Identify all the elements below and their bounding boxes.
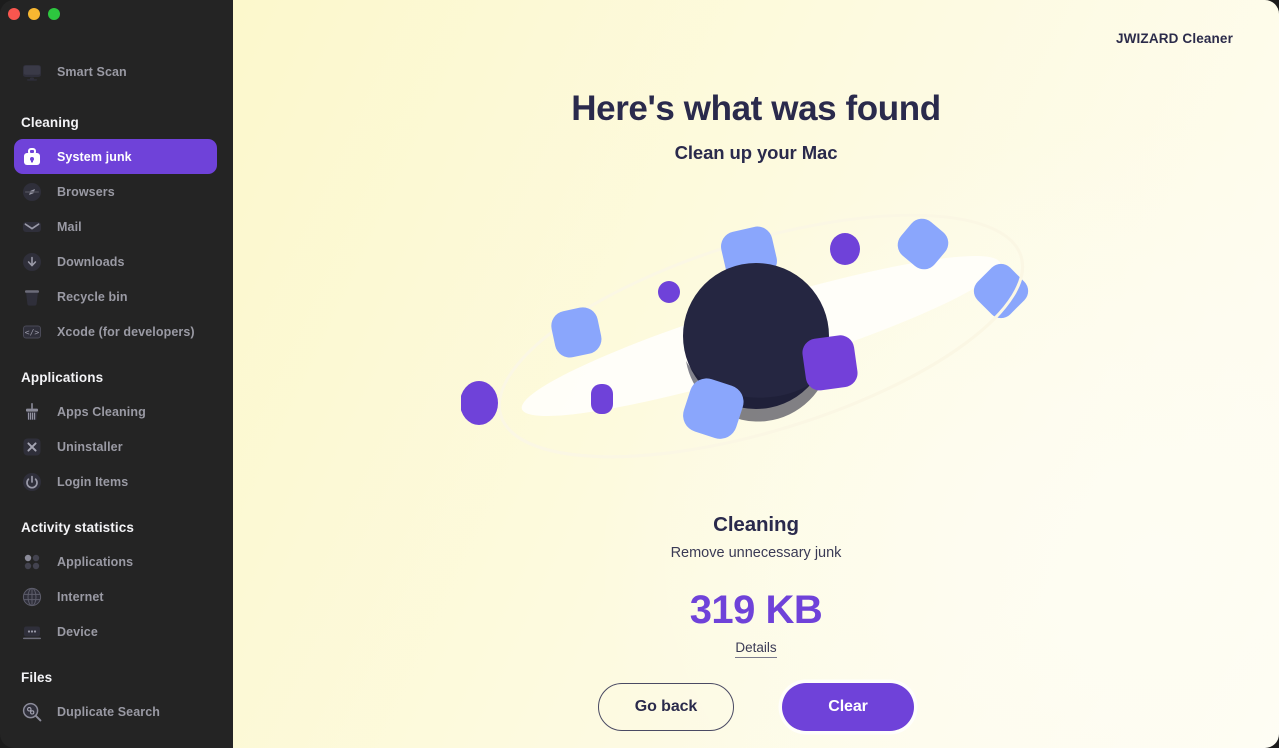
svg-text:</>: </> [25, 328, 40, 337]
sidebar-group-title: Files [21, 670, 53, 685]
sidebar-item-label: Browsers [57, 184, 115, 199]
page-title: Here's what was found [571, 89, 941, 128]
device-icon [20, 620, 44, 644]
broom-icon [20, 400, 44, 424]
main-content: JWIZARD Cleaner Here's what was found Cl… [233, 0, 1279, 748]
sidebar-item-label: Smart Scan [57, 64, 127, 79]
code-brackets-icon: </> [20, 320, 44, 344]
sidebar-item-label: Login Items [57, 474, 129, 489]
sidebar-item-label: Applications [57, 554, 134, 569]
planet-orbit-illustration [461, 196, 1061, 476]
go-back-button-label: Go back [634, 698, 698, 715]
go-back-button[interactable]: Go back [598, 683, 734, 731]
app-window: Smart Scan Cleaning System junk Browsers … [0, 0, 1279, 748]
download-arrow-icon [20, 250, 44, 274]
sidebar-item-label: Downloads [57, 254, 125, 269]
sidebar-item-smart-scan[interactable]: Smart Scan [14, 54, 217, 89]
app-brand-title: JWIZARD Cleaner [1115, 31, 1233, 46]
sidebar-item-system-junk[interactable]: System junk [14, 139, 217, 174]
sidebar-item-label: Recycle bin [57, 289, 128, 304]
clear-button[interactable]: Clear [782, 683, 914, 731]
sidebar-nav: Smart Scan Cleaning System junk Browsers … [0, 54, 233, 729]
toolbox-icon [20, 145, 44, 169]
sidebar-item-label: System junk [57, 149, 132, 164]
globe-icon [20, 585, 44, 609]
trash-icon [20, 285, 44, 309]
sidebar-item-device[interactable]: Device [14, 614, 217, 649]
grid-dots-icon [20, 550, 44, 574]
page-subtitle: Clean up your Mac [674, 142, 838, 163]
sidebar-item-label: Mail [57, 219, 82, 234]
sidebar-item-label: Internet [57, 589, 104, 604]
monitor-icon [20, 60, 44, 84]
sidebar-item-label: Apps Cleaning [57, 404, 146, 419]
clear-button-label: Clear [828, 698, 868, 715]
sidebar-item-apps-cleaning[interactable]: Apps Cleaning [14, 394, 217, 429]
details-link[interactable]: Details [233, 639, 1279, 658]
x-square-icon [20, 435, 44, 459]
sidebar-item-browsers[interactable]: Browsers [14, 174, 217, 209]
sidebar: Smart Scan Cleaning System junk Browsers … [0, 0, 233, 748]
action-buttons: Go back Clear [233, 683, 1279, 731]
sidebar-item-label: Device [57, 624, 98, 639]
sidebar-item-mail[interactable]: Mail [14, 209, 217, 244]
sidebar-item-xcode-for-developers[interactable]: </> Xcode (for developers) [14, 314, 217, 349]
compass-icon [20, 180, 44, 204]
minimize-window-button[interactable] [28, 8, 40, 20]
sidebar-group-title: Cleaning [21, 115, 79, 130]
details-link-label[interactable]: Details [735, 640, 777, 658]
zoom-window-button[interactable] [48, 8, 60, 20]
result-size-value: 319 KB [689, 588, 823, 632]
magnifier-shapes-icon [20, 700, 44, 724]
sidebar-item-uninstaller[interactable]: Uninstaller [14, 429, 217, 464]
sidebar-item-label: Uninstaller [57, 439, 123, 454]
sidebar-item-login-items[interactable]: Login Items [14, 464, 217, 499]
envelope-icon [20, 215, 44, 239]
sidebar-item-label: Duplicate Search [57, 704, 161, 719]
sidebar-item-downloads[interactable]: Downloads [14, 244, 217, 279]
result-subtitle: Remove unnecessary junk [670, 545, 842, 561]
sidebar-item-recycle-bin[interactable]: Recycle bin [14, 279, 217, 314]
sidebar-item-label: Xcode (for developers) [57, 324, 195, 339]
sidebar-group-title: Activity statistics [21, 520, 134, 535]
sidebar-group-title: Applications [21, 370, 104, 385]
power-icon [20, 470, 44, 494]
sidebar-item-duplicate-search[interactable]: Duplicate Search [14, 694, 217, 729]
close-window-button[interactable] [8, 8, 20, 20]
sidebar-item-applications[interactable]: Applications [14, 544, 217, 579]
result-title: Cleaning [713, 513, 799, 536]
sidebar-item-internet[interactable]: Internet [14, 579, 217, 614]
window-controls [8, 8, 60, 20]
